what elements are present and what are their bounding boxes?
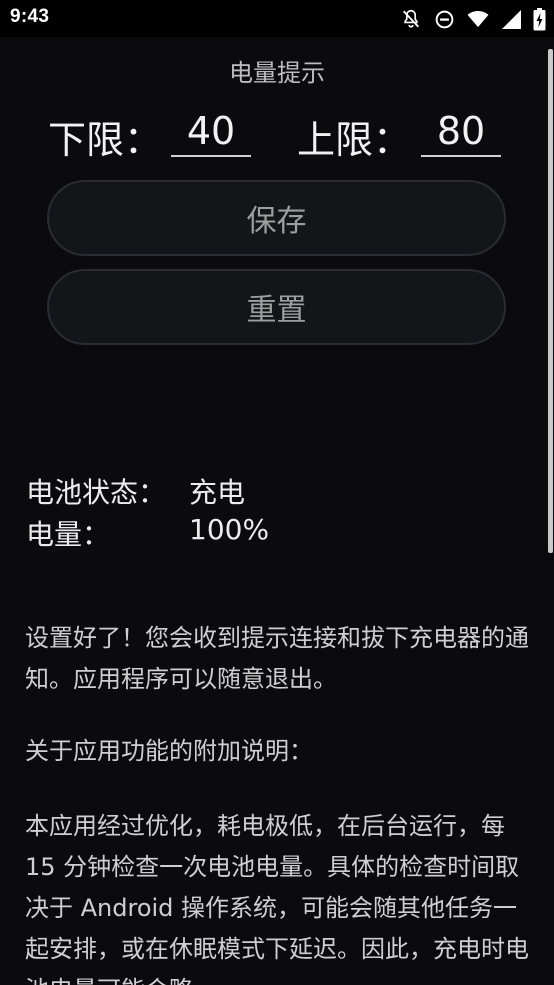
upper-limit-input[interactable]	[421, 107, 501, 157]
status-bar: 9:43	[0, 0, 554, 37]
signal-icon	[501, 9, 521, 29]
description-setup-text: 设置好了！您会收到提示连接和拔下充电器的通知。应用程序可以随意退出。	[25, 624, 529, 693]
battery-state-label: 电池状态：	[26, 476, 167, 509]
main-content: 电量提示 下限： 上限： 保存 重置 电池状态： 充电 电量： 100% 设置好…	[0, 37, 554, 985]
battery-state-value: 充电	[189, 476, 246, 509]
battery-level-label: 电量：	[26, 518, 111, 551]
upper-limit-label: 上限：	[297, 118, 412, 162]
page-title: 电量提示	[229, 59, 325, 87]
lower-limit-input[interactable]	[171, 107, 251, 157]
wifi-icon	[467, 9, 489, 29]
do-not-disturb-icon	[434, 9, 455, 30]
status-time: 9:43	[10, 6, 50, 27]
battery-charging-icon	[533, 7, 546, 31]
scrollbar[interactable]	[548, 49, 553, 553]
status-icons	[400, 7, 546, 31]
notifications-off-icon	[400, 8, 422, 30]
reset-button[interactable]: 重置	[47, 269, 506, 345]
description-heading: 关于应用功能的附加说明：	[25, 737, 313, 765]
lower-limit-label: 下限：	[48, 118, 163, 162]
save-button[interactable]: 保存	[47, 180, 506, 256]
battery-level-value: 100%	[189, 513, 270, 546]
description-details-text: 本应用经过优化，耗电极低，在后台运行，每 15 分钟检查一次电池电量。具体的检查…	[25, 812, 529, 985]
